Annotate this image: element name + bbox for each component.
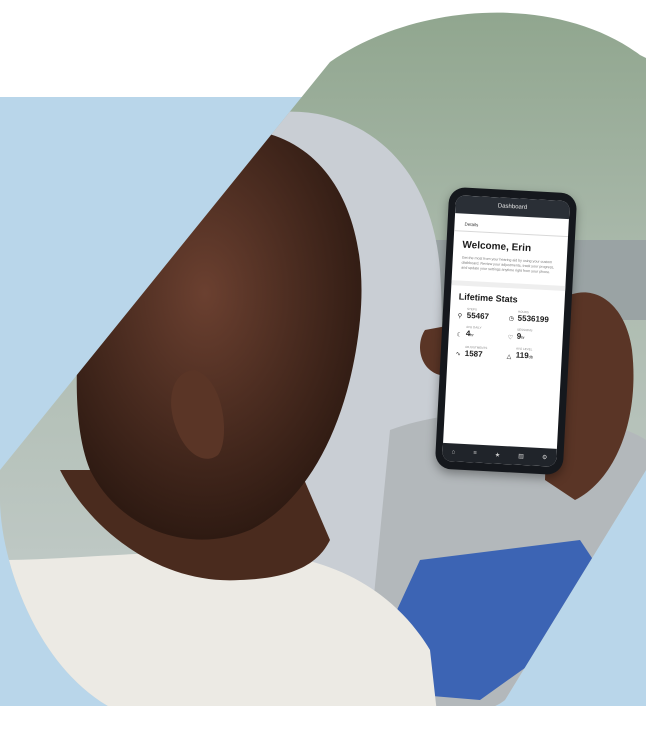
home-icon[interactable]: ⌂ — [451, 449, 455, 455]
settings-icon[interactable]: ⚙ — [542, 454, 548, 461]
list-icon[interactable]: ≡ — [473, 450, 477, 456]
stats-section: Lifetime Stats ⚲ STEPS 55467 ◷ HOURS 55361… — [447, 285, 565, 369]
smartphone: Dashboard Details Welcome, Erin Get the … — [434, 186, 578, 476]
welcome-body: Get the most from your hearing aid by us… — [461, 255, 555, 275]
wave-icon: ∿ — [455, 351, 461, 358]
stat-value: 55467 — [466, 310, 490, 322]
stat-item: ♡ SESSIONS 9hr — [507, 327, 555, 343]
bottom-nav: ⌂ ≡ ★ ▥ ⚙ — [442, 442, 557, 467]
stats-grid: ⚲ STEPS 55467 ◷ HOURS 5536199 ☾ AVG DAILY 4… — [456, 306, 557, 362]
stat-value: 119 — [515, 350, 529, 361]
stat-item: ◷ HOURS 5536199 — [508, 309, 556, 325]
stat-item: ⚲ STEPS 55467 — [458, 306, 506, 321]
stat-unit: db — [528, 354, 534, 360]
moon-icon: ☾ — [456, 332, 463, 339]
clock-icon: ◷ — [508, 316, 515, 323]
stat-unit: hr — [521, 334, 525, 340]
bottom-margin — [0, 706, 646, 740]
star-icon[interactable]: ★ — [495, 451, 501, 458]
stat-value: 1587 — [464, 348, 483, 359]
welcome-title: Welcome, Erin — [462, 239, 532, 255]
stat-item: ∿ ADJUSTMENTS 1587 — [456, 343, 504, 359]
heart-icon: ♡ — [507, 335, 514, 342]
shoe-icon: ⚲ — [457, 313, 463, 320]
stat-item: △ AVG LEVEL 119db — [506, 346, 554, 362]
phone-screen: Dashboard Details Welcome, Erin Get the … — [442, 195, 570, 467]
triangle-icon: △ — [506, 354, 512, 361]
welcome-card: Welcome, Erin Get the most from your hea… — [452, 231, 568, 282]
stat-unit: hr — [470, 332, 474, 338]
stat-item: ☾ AVG DAILY 4hr — [457, 324, 505, 340]
stat-value: 5536199 — [517, 313, 550, 325]
chart-icon[interactable]: ▥ — [518, 452, 524, 459]
stats-title: Lifetime Stats — [458, 291, 518, 305]
